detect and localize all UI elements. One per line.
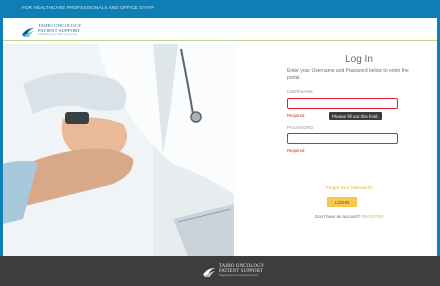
password-input[interactable] (287, 133, 398, 144)
audience-text: FOR HEALTHCARE PROFESSIONALS AND OFFICE … (22, 5, 155, 10)
username-input[interactable] (287, 98, 398, 109)
login-intro: Enter your Username and Password below t… (287, 68, 409, 81)
footer-logo-tagline: Supporting your treatment journey (219, 274, 259, 278)
username-label: USERNAME (287, 89, 314, 94)
register-line: Don't have an account? REGISTER (315, 214, 383, 219)
login-panel: Log In Enter your Username and Password … (287, 54, 409, 229)
page-frame: TAIHO ONCOLOGY PATIENT SUPPORT Supportin… (3, 18, 437, 256)
validation-tooltip: Please fill out this field. (329, 112, 382, 120)
username-required-text: Required (287, 113, 305, 118)
register-link[interactable]: REGISTER (361, 214, 383, 219)
taiho-swoosh-logo-icon (21, 25, 35, 37)
footer-logo[interactable]: TAIHO ONCOLOGY PATIENT SUPPORT Supportin… (202, 264, 264, 278)
register-prompt: Don't have an account? (315, 214, 361, 219)
password-required-text: Required (287, 148, 305, 153)
login-button[interactable]: LOGIN (327, 197, 357, 207)
login-heading: Log In (345, 54, 373, 65)
top-audience-bar: FOR HEALTHCARE PROFESSIONALS AND OFFICE … (0, 0, 440, 18)
hero-photo-hands (3, 44, 234, 256)
header-logo[interactable]: TAIHO ONCOLOGY PATIENT SUPPORT Supportin… (21, 24, 82, 37)
taiho-swoosh-logo-icon (202, 265, 216, 278)
footer-logo-text: TAIHO ONCOLOGY PATIENT SUPPORT Supportin… (219, 264, 264, 278)
header-logo-bar: TAIHO ONCOLOGY PATIENT SUPPORT Supportin… (3, 18, 437, 41)
forgot-password-link[interactable]: Forgot Your Password? (326, 185, 373, 190)
password-label: PASSWORD (287, 125, 314, 130)
logo-tagline: Supporting your treatment journey (38, 33, 78, 37)
logo-text: TAIHO ONCOLOGY PATIENT SUPPORT Supportin… (38, 24, 82, 36)
footer: TAIHO ONCOLOGY PATIENT SUPPORT Supportin… (0, 256, 440, 286)
